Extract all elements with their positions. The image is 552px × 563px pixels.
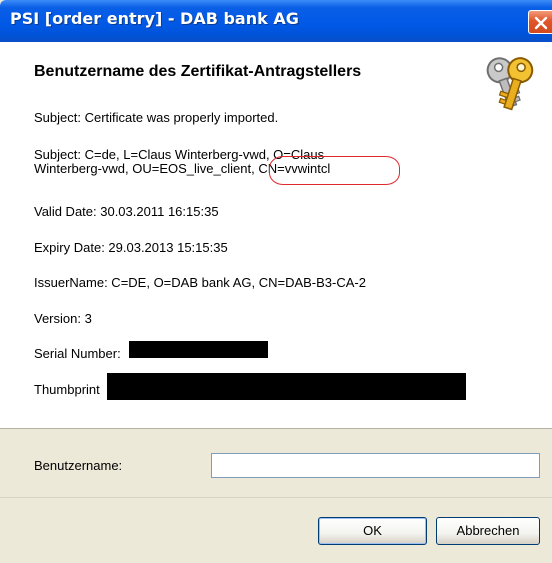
serial-number-redaction xyxy=(129,341,268,358)
cn-highlight-circle xyxy=(269,156,400,185)
valid-date-text: Valid Date: 30.03.2011 16:15:35 xyxy=(34,204,219,219)
username-input[interactable] xyxy=(211,453,540,478)
thumbprint-redaction xyxy=(107,373,466,400)
thumbprint-label: Thumbprint xyxy=(34,382,100,397)
title-bar[interactable]: PSI [order entry] - DAB bank AG xyxy=(0,0,552,42)
cancel-button[interactable]: Abbrechen xyxy=(436,517,540,545)
content-divider xyxy=(0,428,552,429)
close-button[interactable] xyxy=(528,10,552,34)
ok-button[interactable]: OK xyxy=(318,517,427,545)
dialog-heading: Benutzername des Zertifikat-Antragstelle… xyxy=(34,63,362,80)
dialog-content: Benutzername des Zertifikat-Antragstelle… xyxy=(0,42,552,428)
expiry-date-text: Expiry Date: 29.03.2013 15:15:35 xyxy=(34,240,228,255)
status-text: Subject: Certificate was properly import… xyxy=(34,110,279,125)
username-label: Benutzername: xyxy=(34,458,123,473)
close-icon xyxy=(534,16,548,30)
keys-icon xyxy=(486,57,534,111)
dialog-window: PSI [order entry] - DAB bank AG Benutzer… xyxy=(0,0,552,563)
buttons-divider xyxy=(0,497,552,498)
window-title: PSI [order entry] - DAB bank AG xyxy=(10,9,299,28)
issuer-name-text: IssuerName: C=DE, O=DAB bank AG, CN=DAB-… xyxy=(34,275,366,290)
version-text: Version: 3 xyxy=(34,311,92,326)
serial-number-label: Serial Number: xyxy=(34,346,121,361)
